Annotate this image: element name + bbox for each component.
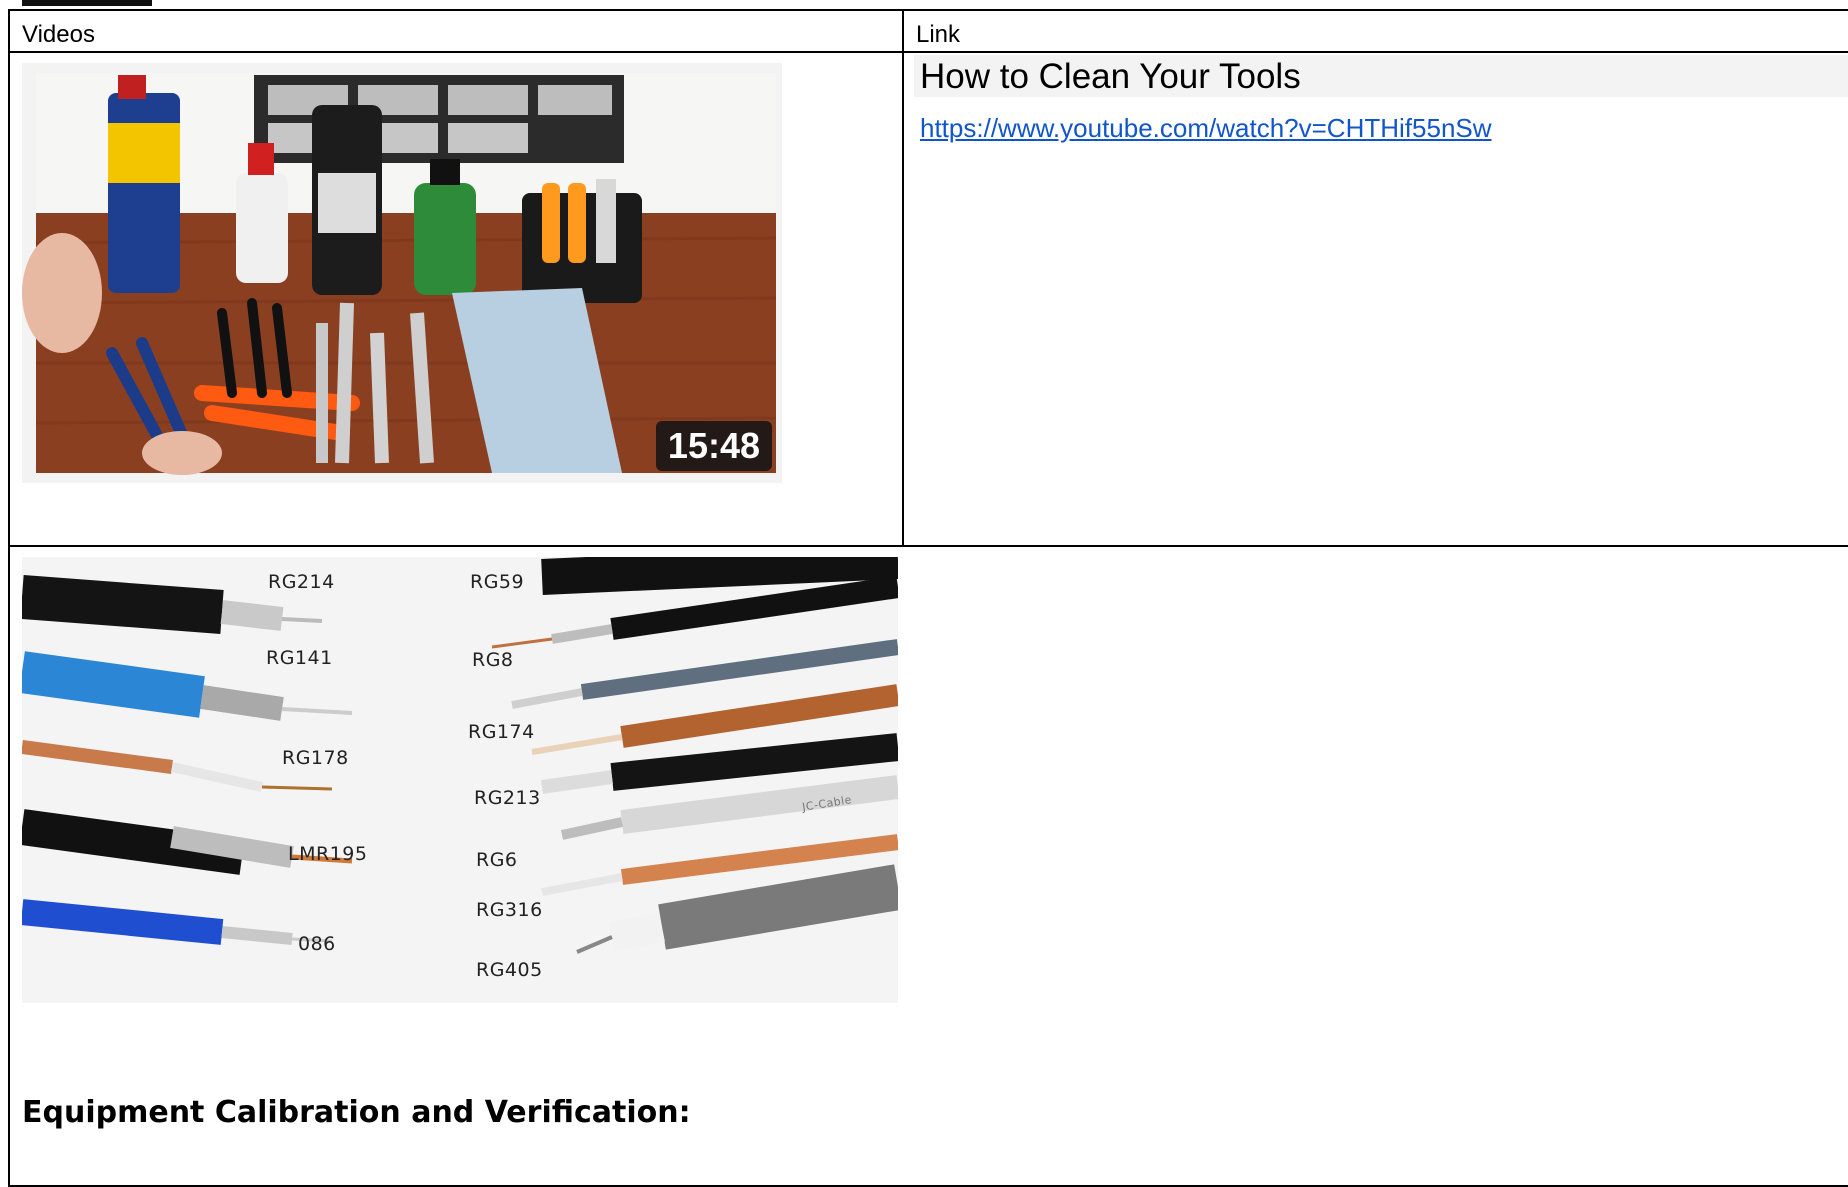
link-cell: How to Clean Your Tools https://www.yout… xyxy=(902,51,1848,547)
video-thumbnail-cell: 15:48 xyxy=(8,51,904,547)
cable-label: RG178 xyxy=(282,747,349,769)
cable-label: RG59 xyxy=(470,571,525,593)
cable-label: RG214 xyxy=(268,571,335,593)
coax-cables-photo xyxy=(22,557,898,1003)
header-link: Link xyxy=(902,9,1848,53)
video-duration-badge: 15:48 xyxy=(655,421,772,471)
cable-image-cell: RG214 RG141 RG178 LMR195 086 RG59 RG8 RG… xyxy=(8,545,1848,1187)
cropped-heading-fragment xyxy=(22,0,152,6)
cable-label: RG141 xyxy=(266,647,333,669)
cable-label: 086 xyxy=(298,933,336,955)
video-url-link[interactable]: https://www.youtube.com/watch?v=CHTHif55… xyxy=(920,113,1492,144)
cable-label: LMR195 xyxy=(288,843,368,865)
cable-label: RG6 xyxy=(476,849,518,871)
table-row: 15:48 How to Clean Your Tools https://ww… xyxy=(8,51,1848,547)
tools-photo xyxy=(22,63,782,483)
video-title: How to Clean Your Tools xyxy=(914,55,1848,97)
cable-label: RG405 xyxy=(476,959,543,981)
section-heading: Equipment Calibration and Verification: xyxy=(22,1095,691,1130)
cable-label: RG8 xyxy=(472,649,514,671)
table-row: RG214 RG141 RG178 LMR195 086 RG59 RG8 RG… xyxy=(8,545,1848,1187)
table-header-row: Videos Link xyxy=(8,9,1848,53)
cable-label: RG316 xyxy=(476,899,543,921)
coax-cable-image: RG214 RG141 RG178 LMR195 086 RG59 RG8 RG… xyxy=(22,557,898,1003)
cable-label: RG213 xyxy=(474,787,541,809)
video-thumbnail[interactable]: 15:48 xyxy=(22,63,782,483)
cable-label: RG174 xyxy=(468,721,535,743)
header-videos: Videos xyxy=(8,9,904,53)
videos-table: Videos Link 15:48 How to Clean Your Tool… xyxy=(8,9,1848,1187)
